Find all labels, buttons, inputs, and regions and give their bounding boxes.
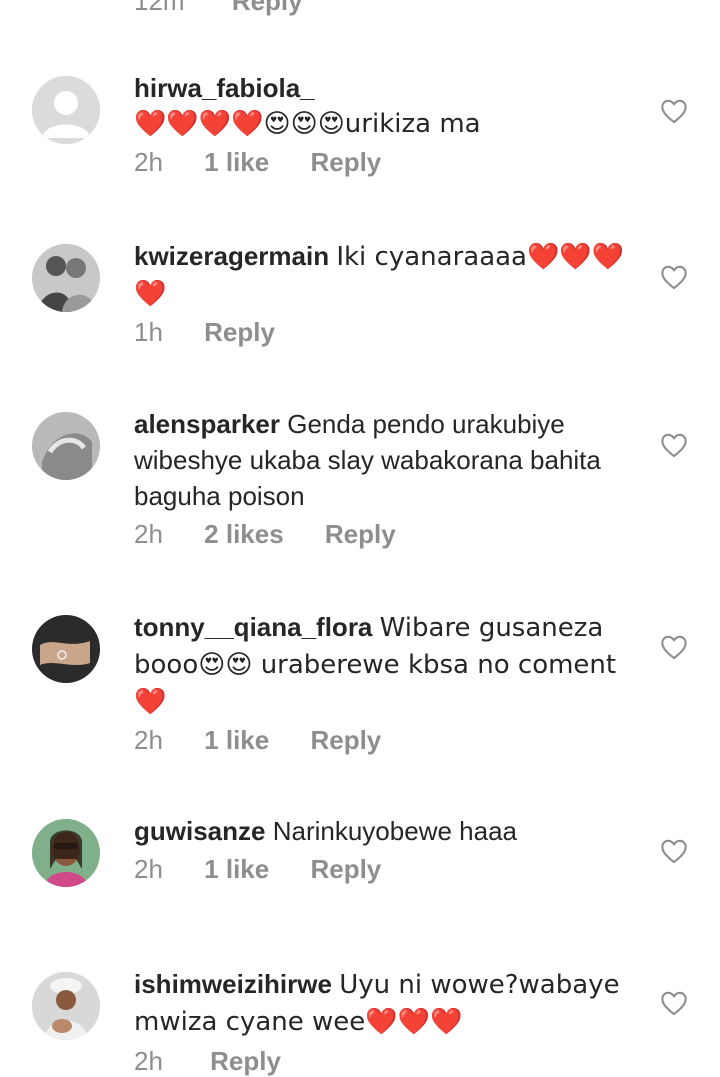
default-avatar-icon — [32, 76, 100, 144]
previous-comment-meta: 12m Reply — [134, 0, 303, 17]
comment-username[interactable]: ishimweizihirwe — [134, 969, 332, 999]
comment-meta: 2h 1 like Reply — [134, 144, 644, 180]
like-heart-icon[interactable] — [660, 838, 688, 864]
comment-body: alensparker Genda pendo urakubiye wibesh… — [134, 406, 644, 552]
comment-likes[interactable]: 2 likes — [204, 519, 284, 549]
comment-body: ishimweizihirwe Uyu ni wowe?wabaye mwiza… — [134, 966, 644, 1040]
like-heart-icon[interactable] — [660, 432, 688, 458]
like-heart-icon[interactable] — [660, 990, 688, 1016]
comment-text: Narinkuyobewe haaa — [272, 816, 517, 846]
reply-button[interactable]: Reply — [325, 519, 396, 549]
comment-meta: 2h Reply — [134, 1046, 281, 1077]
comment-username[interactable]: hirwa_fabiola_ — [134, 73, 315, 103]
avatar[interactable] — [32, 412, 100, 480]
reply-button[interactable]: Reply — [210, 1046, 281, 1076]
avatar[interactable] — [32, 819, 100, 887]
comment-time: 2h — [134, 147, 163, 177]
comment-time: 2h — [134, 519, 163, 549]
avatar[interactable] — [32, 76, 100, 144]
avatar-photo — [32, 244, 100, 312]
comment-meta: 2h 1 like Reply — [134, 722, 644, 758]
reply-button[interactable]: Reply — [232, 0, 303, 16]
avatar[interactable] — [32, 615, 100, 683]
avatar-photo — [32, 972, 100, 1040]
comment-username[interactable]: tonny__qiana_flora — [134, 612, 372, 642]
like-heart-icon[interactable] — [660, 634, 688, 660]
avatar-photo — [32, 819, 100, 887]
comment-username[interactable]: kwizeragermain — [134, 241, 329, 271]
avatar[interactable] — [32, 244, 100, 312]
reply-button[interactable]: Reply — [204, 317, 275, 347]
comment-body: guwisanze Narinkuyobewe haaa 2h 1 like R… — [134, 813, 644, 887]
like-heart-icon[interactable] — [660, 98, 688, 124]
comment-meta: 1h Reply — [134, 314, 644, 350]
comment-username[interactable]: guwisanze — [134, 816, 265, 846]
like-heart-icon[interactable] — [660, 264, 688, 290]
comment-username[interactable]: alensparker — [134, 409, 280, 439]
avatar[interactable] — [32, 972, 100, 1040]
comment-likes[interactable]: 1 like — [204, 147, 269, 177]
comment-likes[interactable]: 1 like — [204, 854, 269, 884]
comment-text: ❤️❤️❤️❤️😍😍😍urikiza ma — [134, 109, 481, 139]
reply-button[interactable]: Reply — [310, 725, 381, 755]
avatar-photo — [32, 412, 100, 480]
comment-likes[interactable]: 1 like — [204, 725, 269, 755]
comment-meta: 2h 1 like Reply — [134, 851, 644, 887]
comment-body: hirwa_fabiola_ ❤️❤️❤️❤️😍😍😍urikiza ma 2h … — [134, 70, 644, 180]
avatar-photo — [32, 615, 100, 683]
comment-time: 2h — [134, 725, 163, 755]
comments-feed: 12m Reply hirwa_fabiola_ ❤️❤️❤️❤️😍😍😍urik… — [0, 0, 720, 1076]
comment-meta: 2h 2 likes Reply — [134, 516, 644, 552]
comment-body: kwizeragermain Iki cyanaraaaa❤️❤️❤️❤️ 1h… — [134, 238, 644, 350]
comment-time: 2h — [134, 1046, 163, 1076]
comment-time: 2h — [134, 854, 163, 884]
comment-time: 1h — [134, 317, 163, 347]
reply-button[interactable]: Reply — [310, 147, 381, 177]
reply-button[interactable]: Reply — [310, 854, 381, 884]
comment-body: tonny__qiana_flora Wibare gusaneza booo😍… — [134, 609, 644, 758]
comment-time: 12m — [134, 0, 185, 16]
